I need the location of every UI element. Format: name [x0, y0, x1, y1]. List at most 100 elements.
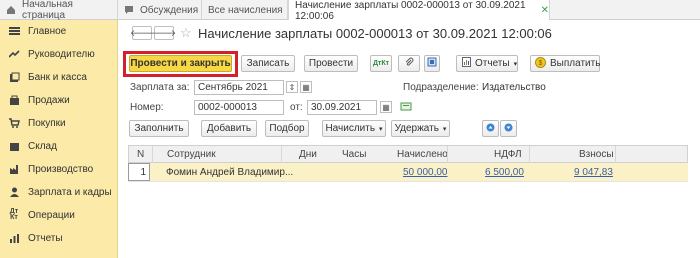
select-button[interactable]: Подбор: [265, 120, 309, 137]
pay-button[interactable]: $ Выплатить: [530, 55, 600, 72]
tab-label: Начисление зарплаты 0002-000013 от 30.09…: [295, 0, 526, 22]
sidebar-item-reports[interactable]: Отчеты: [0, 227, 118, 249]
sidebar-item-warehouse[interactable]: Склад: [0, 135, 118, 157]
sidebar-item-label: Банк и касса: [28, 71, 87, 83]
accrued-cell[interactable]: 50 000,00: [403, 167, 448, 178]
accrue-menu-button[interactable]: Начислить ▾: [322, 120, 386, 137]
move-down-button[interactable]: [500, 120, 517, 137]
tab-label: Все начисления: [208, 4, 283, 16]
structure-button[interactable]: [424, 55, 440, 72]
sidebar-item-sales[interactable]: Продажи: [0, 89, 118, 111]
row-number[interactable]: 1: [128, 163, 150, 181]
favorite-star-icon[interactable]: ☆: [180, 25, 192, 41]
tab-payroll-document[interactable]: Начисление зарплаты 0002-000013 от 30.09…: [288, 0, 550, 22]
sidebar-item-label: Операции: [28, 209, 75, 221]
sidebar-item-operations[interactable]: Дт Кт Операции: [0, 204, 118, 226]
attach-button[interactable]: [398, 55, 420, 72]
chevron-down-icon: ▾: [379, 125, 383, 133]
number-field[interactable]: 0002-000013: [194, 100, 284, 115]
date-calendar-button[interactable]: ▦: [380, 101, 392, 113]
table-header: N Сотрудник Дни Часы Начислено НДФЛ Взно…: [128, 145, 688, 164]
tab-home[interactable]: Начальная страница: [0, 0, 118, 21]
person-icon: [8, 186, 20, 198]
employee-cell[interactable]: Фомин Андрей Владимир...: [166, 167, 293, 178]
calendar-icon: ▦: [382, 102, 390, 112]
chevron-down-icon: ▾: [513, 60, 518, 68]
paperclip-icon: [404, 57, 414, 70]
sidebar-item-main[interactable]: Главное: [0, 20, 118, 42]
column-header-accrued[interactable]: Начислено: [397, 149, 448, 160]
withhold-menu-button[interactable]: Удержать ▾: [391, 120, 450, 137]
chart-icon: [8, 232, 20, 244]
sidebar-item-director[interactable]: Руководителю: [0, 43, 118, 65]
post-and-close-button[interactable]: Провести и закрыть: [129, 55, 232, 72]
comment-icon[interactable]: [400, 101, 412, 116]
svg-text:$: $: [539, 60, 543, 67]
tab-label: Обсуждения: [140, 4, 199, 16]
arrow-down-icon: [504, 123, 513, 135]
period-calendar-button[interactable]: ▦: [300, 81, 312, 93]
accrue-label: Начислить: [325, 123, 376, 134]
document-form: 🡐 🡒 ☆ Начисление зарплаты 0002-000013 от…: [118, 20, 700, 258]
coin-icon: $: [535, 56, 546, 71]
dt-kt-icon: ДтКт: [372, 60, 390, 67]
withhold-label: Удержать: [394, 123, 439, 134]
dt-kt-button[interactable]: ДтКт: [370, 55, 392, 72]
sidebar-item-label: Зарплата и кадры: [28, 186, 112, 198]
column-header-contributions[interactable]: Взносы: [579, 149, 614, 160]
from-label: от:: [290, 102, 303, 113]
cart-icon: [8, 117, 20, 129]
sidebar-item-production[interactable]: Производство: [0, 158, 118, 180]
chevron-icon: ⇕: [288, 82, 296, 92]
sidebar-item-purchases[interactable]: Покупки: [0, 112, 118, 134]
salary-for-field[interactable]: Сентябрь 2021: [194, 80, 284, 95]
column-header-hours[interactable]: Часы: [342, 149, 366, 160]
column-header-employee[interactable]: Сотрудник: [167, 149, 216, 160]
date-field[interactable]: 30.09.2021: [307, 100, 377, 115]
column-header-ndfl[interactable]: НДФЛ: [494, 149, 522, 160]
period-chevron-button[interactable]: ⇕: [286, 81, 298, 93]
arrow-right-icon: 🡒: [151, 27, 177, 38]
arrow-left-icon: 🡐: [129, 27, 155, 38]
page-title: Начисление зарплаты 0002-000013 от 30.09…: [198, 26, 552, 41]
sidebar-item-label: Покупки: [28, 117, 66, 129]
sidebar-item-label: Склад: [28, 140, 57, 152]
forward-button[interactable]: 🡒: [151, 26, 177, 40]
save-button[interactable]: Записать: [241, 55, 295, 72]
table-row[interactable]: 1 Фомин Андрей Владимир... 50 000,00 6 5…: [128, 163, 688, 182]
tab-all-accruals[interactable]: Все начисления: [202, 0, 288, 20]
post-button[interactable]: Провести: [304, 55, 358, 72]
move-up-button[interactable]: [482, 120, 499, 137]
column-header-days[interactable]: Дни: [299, 149, 317, 160]
add-button[interactable]: Добавить: [201, 120, 257, 137]
factory-icon: [8, 163, 20, 175]
report-icon: [462, 57, 471, 70]
sidebar-item-payroll[interactable]: Зарплата и кадры: [0, 181, 118, 203]
sales-icon: [8, 94, 20, 106]
warehouse-icon: [8, 140, 20, 152]
reports-menu-button[interactable]: Отчеты ▾: [456, 55, 518, 72]
sidebar-item-bank[interactable]: Банк и касса: [0, 66, 118, 88]
chat-icon: [124, 5, 134, 15]
trend-icon: [8, 48, 20, 60]
column-header-n[interactable]: N: [137, 149, 144, 160]
fill-button[interactable]: Заполнить: [129, 120, 189, 137]
chevron-down-icon: ▾: [442, 125, 447, 133]
calendar-icon: ▦: [302, 82, 310, 92]
tab-discussions[interactable]: Обсуждения: [118, 0, 202, 20]
contributions-cell[interactable]: 9 047,83: [574, 167, 613, 178]
subdivision-label: Подразделение:: [403, 82, 479, 93]
sidebar: Главное Руководителю Банк и касса Продаж…: [0, 20, 118, 258]
tab-bar: Начальная страница Обсуждения Все начисл…: [0, 0, 700, 22]
subdivision-field[interactable]: Издательство: [478, 80, 700, 95]
sidebar-item-label: Отчеты: [28, 232, 63, 244]
sidebar-item-label: Главное: [28, 25, 67, 37]
sidebar-item-label: Продажи: [28, 94, 70, 106]
close-icon[interactable]: ✕: [541, 5, 549, 16]
reports-label: Отчеты: [475, 58, 510, 69]
ndfl-cell[interactable]: 6 500,00: [485, 167, 524, 178]
structure-icon: [427, 57, 437, 70]
menu-icon: [8, 25, 20, 37]
back-button[interactable]: 🡐: [129, 26, 155, 40]
arrow-up-icon: [486, 123, 495, 135]
